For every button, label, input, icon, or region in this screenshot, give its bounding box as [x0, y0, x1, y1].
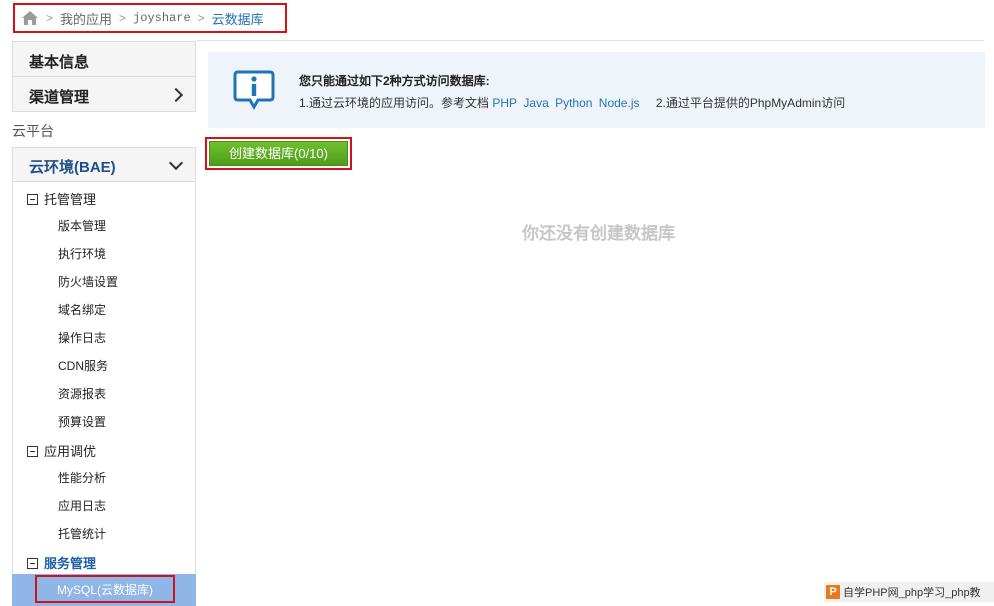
- sidebar-item-label: 云环境(BAE): [29, 159, 116, 176]
- create-button-highlight: 创建数据库(0/10): [205, 137, 352, 170]
- tree-item[interactable]: 版本管理: [58, 217, 106, 234]
- divider: [196, 40, 984, 41]
- chevron-right-icon: [168, 87, 184, 103]
- doc-link-python[interactable]: Python: [555, 96, 592, 110]
- chevron-right-icon: >: [197, 11, 205, 25]
- info-icon: [232, 69, 276, 114]
- sidebar-item-basic-info[interactable]: 基本信息: [12, 41, 196, 77]
- chevron-right-icon: >: [119, 11, 127, 25]
- create-database-button[interactable]: 创建数据库(0/10): [209, 141, 348, 166]
- tree-item[interactable]: CDN服务: [58, 357, 108, 374]
- tree-item[interactable]: 托管统计: [58, 525, 106, 542]
- doc-link-nodejs[interactable]: Node.js: [599, 96, 640, 110]
- tree-item[interactable]: 资源报表: [58, 385, 106, 402]
- chevron-down-icon: [168, 155, 184, 171]
- breadcrumb-app[interactable]: joyshare: [133, 11, 191, 25]
- tree-item[interactable]: 执行环境: [58, 245, 106, 262]
- sidebar-tree: 托管管理 版本管理 执行环境 防火墙设置 域名绑定 操作日志 CDN服务 资源报…: [12, 181, 196, 606]
- tree-item[interactable]: 域名绑定: [58, 301, 106, 318]
- tree-item[interactable]: 防火墙设置: [58, 273, 118, 290]
- chevron-right-icon: >: [46, 11, 54, 25]
- tree-group-tuning[interactable]: 应用调优: [27, 441, 96, 460]
- breadcrumb-my-apps[interactable]: 我的应用: [60, 9, 112, 28]
- sidebar-item-cloud-env[interactable]: 云环境(BAE): [12, 147, 196, 182]
- watermark: P 自学PHP网_php学习_php教: [824, 582, 994, 602]
- doc-link-java[interactable]: Java: [523, 96, 548, 110]
- collapse-icon[interactable]: [27, 194, 38, 205]
- empty-state-text: 你还没有创建数据库: [522, 224, 675, 244]
- tree-item[interactable]: 性能分析: [58, 469, 106, 486]
- section-label: 云平台: [12, 123, 54, 139]
- watermark-text: 自学PHP网_php学习_php教: [843, 587, 981, 599]
- breadcrumb-current: 云数据库: [211, 11, 264, 27]
- tree-item[interactable]: 操作日志: [58, 329, 106, 346]
- watermark-logo: P: [826, 585, 840, 599]
- notice-text: 1.通过云环境的应用访问。参考文档 PHP Java Python Node.j…: [299, 96, 846, 110]
- info-notice: 您只能通过如下2种方式访问数据库: 1.通过云环境的应用访问。参考文档 PHP …: [208, 52, 985, 128]
- sidebar: 基本信息 渠道管理 云平台 云环境(BAE) 托管管理 版本管理 执行环境 防火…: [12, 41, 196, 606]
- sidebar-item-channel[interactable]: 渠道管理: [12, 76, 196, 112]
- sidebar-item-label: 渠道管理: [29, 89, 90, 106]
- tree-item[interactable]: 应用日志: [58, 497, 106, 514]
- tree-group-services[interactable]: 服务管理: [27, 553, 96, 572]
- tree-group-hosting[interactable]: 托管管理: [27, 189, 96, 208]
- home-icon[interactable]: [21, 10, 39, 26]
- collapse-icon[interactable]: [27, 558, 38, 569]
- tree-item[interactable]: 预算设置: [58, 413, 106, 430]
- notice-title: 您只能通过如下2种方式访问数据库:: [299, 74, 490, 88]
- breadcrumb: > 我的应用 > joyshare > 云数据库: [13, 3, 287, 33]
- doc-link-php[interactable]: PHP: [492, 96, 517, 110]
- sidebar-item-mysql[interactable]: MySQL(云数据库): [35, 575, 175, 603]
- sidebar-item-label: 基本信息: [29, 54, 90, 71]
- collapse-icon[interactable]: [27, 446, 38, 457]
